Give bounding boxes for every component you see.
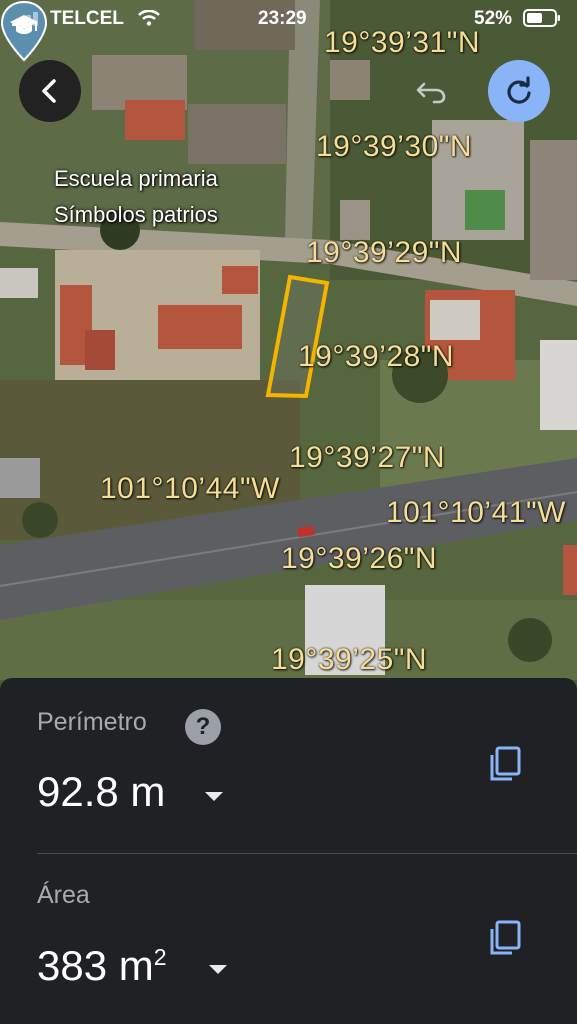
redo-button[interactable]	[488, 60, 550, 122]
latitude-label: 19°39’26"N	[281, 542, 438, 575]
perimeter-unit-dropdown[interactable]	[205, 792, 223, 801]
help-icon[interactable]: ?	[185, 709, 221, 745]
area-label: Área	[37, 881, 90, 909]
divider	[37, 853, 577, 854]
poi-name-line1[interactable]: Escuela primaria	[54, 166, 218, 192]
wifi-icon	[138, 10, 160, 26]
redo-icon	[507, 76, 531, 104]
status-bar: TELCEL 23:29 52%	[0, 0, 577, 36]
latitude-label: 19°39’25"N	[271, 643, 428, 676]
copy-icon[interactable]	[488, 746, 522, 782]
latitude-label: 19°39’27"N	[289, 441, 446, 474]
latitude-label: 19°39’28"N	[298, 340, 455, 373]
perimeter-value: 92.8 m	[37, 768, 166, 815]
longitude-label: 101°10’44"W	[100, 472, 280, 505]
chevron-left-icon	[42, 79, 56, 103]
clock: 23:29	[258, 8, 307, 29]
area-value: 383 m2	[37, 942, 167, 989]
longitude-label: 101°10’41"W	[386, 496, 566, 529]
poi-name-line2[interactable]: Símbolos patrios	[54, 202, 218, 228]
perimeter-label: Perímetro	[37, 708, 147, 736]
cellular-signal-icon	[12, 12, 42, 26]
undo-icon[interactable]	[410, 72, 454, 112]
carrier-name: TELCEL	[50, 8, 124, 29]
area-unit-dropdown[interactable]	[209, 965, 227, 974]
battery-percentage: 52%	[474, 8, 513, 29]
copy-icon[interactable]	[488, 920, 522, 956]
latitude-label: 19°39’29"N	[306, 236, 463, 269]
latitude-label: 19°39’30"N	[316, 130, 473, 163]
battery-icon	[523, 9, 560, 27]
area-unit-superscript: 2	[153, 944, 167, 970]
back-button[interactable]	[19, 60, 81, 122]
